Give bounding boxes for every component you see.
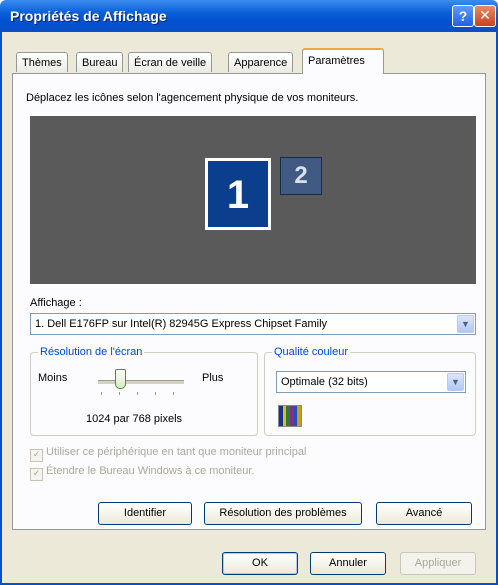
color-quality-legend: Qualité couleur [272,346,350,358]
tab-bureau[interactable]: Bureau [76,52,124,72]
extend-desktop-checkbox-row[interactable]: ✓ Étendre le Bureau Windows à ce moniteur… [30,465,255,481]
tab-screensaver[interactable]: Écran de veille [128,52,213,72]
primary-monitor-label: Utiliser ce périphérique en tant que mon… [46,446,307,458]
advanced-button[interactable]: Avancé [376,502,472,525]
ok-button[interactable]: OK [222,552,298,575]
help-button[interactable]: ? [452,5,474,27]
identify-button[interactable]: Identifier [98,502,192,525]
tab-settings[interactable]: Paramètres [302,48,384,74]
window-title: Propriétés de Affichage [10,8,167,24]
resolution-legend: Résolution de l'écran [38,346,145,358]
cancel-button[interactable]: Annuler [310,552,386,575]
display-label: Affichage : [30,297,82,309]
primary-monitor-checkbox-row[interactable]: ✓ Utiliser ce périphérique en tant que mo… [30,446,306,462]
monitor-instruction: Déplacez les icônes selon l'agencement p… [26,92,359,104]
slider-tick [101,392,102,395]
chevron-down-icon[interactable]: ▼ [457,315,474,333]
chevron-down-icon[interactable]: ▼ [447,373,464,391]
monitor-1-icon[interactable]: 1 [205,158,271,230]
tab-appearance[interactable]: Apparence [228,52,294,72]
resolution-more-label: Plus [202,372,224,384]
extend-desktop-label: Étendre le Bureau Windows à ce moniteur. [46,465,255,477]
display-select-value: 1. Dell E176FP sur Intel(R) 82945G Expre… [35,318,328,330]
color-swatch-icon [278,405,302,427]
color-quality-select[interactable]: Optimale (32 bits) ▼ [276,371,466,393]
resolution-slider-thumb[interactable] [114,369,126,389]
color-quality-value: Optimale (32 bits) [281,376,368,388]
checkbox-primary-monitor[interactable]: ✓ [30,449,43,462]
slider-tick [155,392,156,395]
display-select[interactable]: 1. Dell E176FP sur Intel(R) 82945G Expre… [30,313,476,335]
tab-themes[interactable]: Thèmes [16,52,68,72]
slider-tick [173,392,174,395]
resolution-value: 1024 par 768 pixels [86,413,183,425]
resolution-slider-track[interactable] [98,380,184,384]
slider-tick [119,392,120,395]
checkbox-extend-desktop[interactable]: ✓ [30,468,43,481]
slider-tick [137,392,138,395]
troubleshoot-button[interactable]: Résolution des problèmes [204,502,362,525]
resolution-less-label: Moins [38,372,68,384]
monitor-2-icon[interactable]: 2 [280,157,322,195]
swatch-stripe [297,406,302,426]
apply-button[interactable]: Appliquer [400,552,476,575]
close-button[interactable]: ✕ [474,5,496,27]
